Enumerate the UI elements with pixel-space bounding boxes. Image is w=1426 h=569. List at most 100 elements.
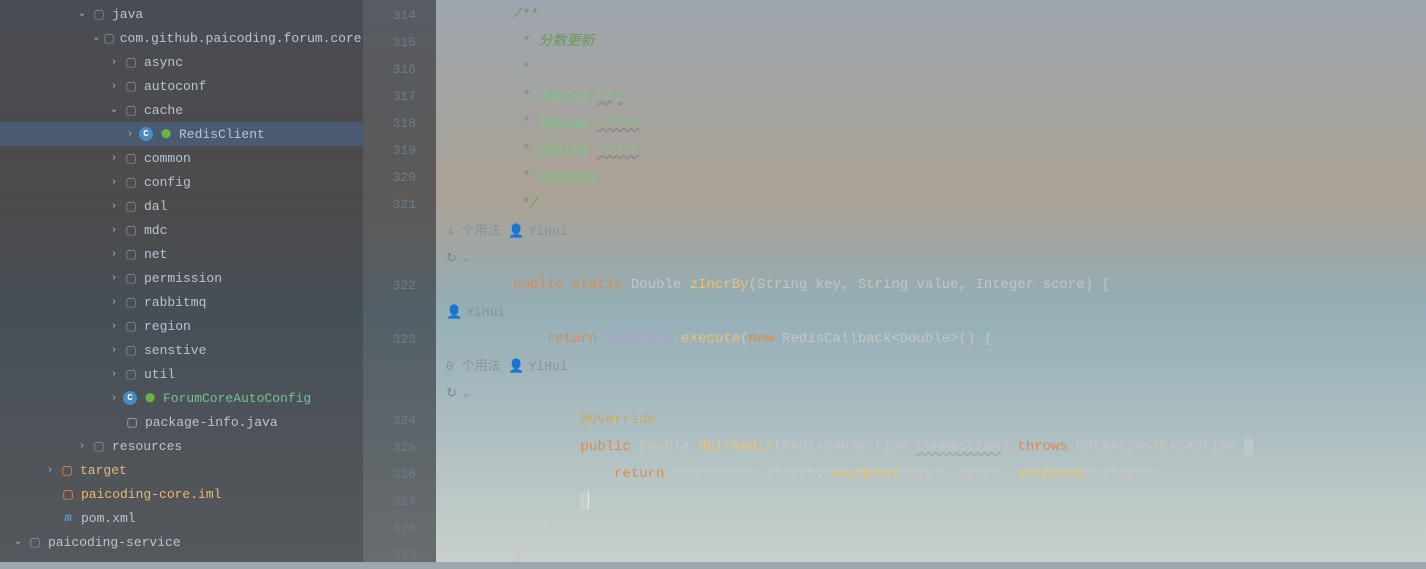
line-number[interactable]: 314 xyxy=(363,2,436,29)
line-number[interactable]: 329 xyxy=(363,542,436,569)
line-number[interactable]: 319 xyxy=(363,137,436,164)
line-number[interactable]: 321 xyxy=(363,191,436,218)
maven-icon: m xyxy=(60,510,76,526)
tree-package[interactable]: ⌄ ▢ com.github.paicoding.forum.core xyxy=(0,26,363,50)
line-number[interactable]: 328 xyxy=(363,515,436,542)
line-number[interactable]: 327 xyxy=(363,488,436,515)
line-number[interactable]: 318 xyxy=(363,110,436,137)
line-number[interactable]: 326 xyxy=(363,461,436,488)
tree-file-forumcoreautoconfig[interactable]: › C ⬤ ForumCoreAutoConfig xyxy=(0,386,363,410)
tree-label: RedisClient xyxy=(179,127,265,142)
tree-module-service[interactable]: ⌄ ▢ paicoding-service xyxy=(0,530,363,554)
folder-icon: ▢ xyxy=(123,222,139,238)
line-number[interactable]: 324 xyxy=(363,407,436,434)
line-number[interactable]: 322 xyxy=(363,272,436,299)
folder-icon: ▢ xyxy=(123,150,139,166)
inlay-hint-usage[interactable]: 0 个用法 👤YiHui xyxy=(446,353,1426,380)
tree-folder-permission[interactable]: › ▢ permission xyxy=(0,266,363,290)
inlay-hint-usage[interactable]: 4 个用法 👤YiHui xyxy=(446,218,1426,245)
code-line-321[interactable]: */ xyxy=(446,191,1426,218)
tree-label: net xyxy=(144,247,167,262)
tree-folder-rabbitmq[interactable]: › ▢ rabbitmq xyxy=(0,290,363,314)
code-line-324[interactable]: @Override xyxy=(446,407,1426,434)
code-line-317[interactable]: * @param key xyxy=(446,83,1426,110)
line-number[interactable]: 317 xyxy=(363,83,436,110)
tree-label: resources xyxy=(112,439,182,454)
line-number[interactable]: 315 xyxy=(363,29,436,56)
tree-folder-mdc[interactable]: › ▢ mdc xyxy=(0,218,363,242)
code-line-314[interactable]: /** xyxy=(446,2,1426,29)
tree-folder-cache[interactable]: ⌄ ▢ cache xyxy=(0,98,363,122)
tree-folder-resources[interactable]: › ▢ resources xyxy=(0,434,363,458)
folder-icon: ▢ xyxy=(59,462,75,478)
code-line-318[interactable]: * @param value xyxy=(446,110,1426,137)
chevron-right-icon: › xyxy=(108,369,120,380)
line-number[interactable]: 316 xyxy=(363,56,436,83)
author-icon: 👤 xyxy=(446,299,462,326)
folder-icon: ▢ xyxy=(123,246,139,262)
tree-label: rabbitmq xyxy=(144,295,206,310)
chevron-down-icon: ⌄ xyxy=(76,8,88,20)
project-tree[interactable]: ⌄ ▢ java ⌄ ▢ com.github.paicoding.forum.… xyxy=(0,0,363,562)
chevron-right-icon: › xyxy=(108,345,120,356)
inlay-hint-author[interactable]: 👤YiHui xyxy=(446,299,1426,326)
code-editor[interactable]: /** * 分数更新 * * @param key * @param value… xyxy=(436,0,1426,562)
inlay-hint-override[interactable]: ↻⌄ xyxy=(446,380,1426,407)
chevron-right-icon: › xyxy=(108,201,120,212)
tree-label: pom.xml xyxy=(81,511,136,526)
tree-label: async xyxy=(144,55,183,70)
chevron-right-icon: › xyxy=(108,177,120,188)
code-line-327[interactable]: } xyxy=(446,488,1426,515)
tree-folder-async[interactable]: › ▢ async xyxy=(0,50,363,74)
tree-folder-autoconf[interactable]: › ▢ autoconf xyxy=(0,74,363,98)
code-line-316[interactable]: * xyxy=(446,56,1426,83)
chevron-right-icon: › xyxy=(76,441,88,452)
tree-file-redisclient[interactable]: › C ⬤ RedisClient xyxy=(0,122,363,146)
tree-folder-config[interactable]: › ▢ config xyxy=(0,170,363,194)
tree-folder-net[interactable]: › ▢ net xyxy=(0,242,363,266)
tree-file-packageinfo[interactable]: ▢ package-info.java xyxy=(0,410,363,434)
line-number[interactable]: 320 xyxy=(363,164,436,191)
chevron-right-icon: › xyxy=(108,225,120,236)
tree-folder-java[interactable]: ⌄ ▢ java xyxy=(0,2,363,26)
tree-folder-senstive[interactable]: › ▢ senstive xyxy=(0,338,363,362)
folder-icon: ▢ xyxy=(123,294,139,310)
chevron-right-icon: › xyxy=(108,153,120,164)
author-icon: 👤 xyxy=(508,218,524,245)
package-icon: ▢ xyxy=(103,30,114,46)
tree-label: config xyxy=(144,175,191,190)
code-line-315[interactable]: * 分数更新 xyxy=(446,29,1426,56)
line-number[interactable]: 323 xyxy=(363,326,436,353)
tree-label: com.github.paicoding.forum.core xyxy=(120,31,362,46)
tree-folder-dal[interactable]: › ▢ dal xyxy=(0,194,363,218)
line-number[interactable]: 325 xyxy=(363,434,436,461)
code-line-328[interactable]: }); xyxy=(446,515,1426,542)
code-line-319[interactable]: * @param score xyxy=(446,137,1426,164)
iml-file-icon: ▢ xyxy=(60,486,76,502)
code-line-326[interactable]: return connection.zIncrBy(keyBytes(key),… xyxy=(446,461,1426,488)
tree-folder-target[interactable]: › ▢ target xyxy=(0,458,363,482)
code-line-329[interactable]: } xyxy=(446,542,1426,569)
tree-folder-region[interactable]: › ▢ region xyxy=(0,314,363,338)
inlay-hint-override[interactable]: ↻⌄ xyxy=(446,245,1426,272)
folder-icon: ▢ xyxy=(123,174,139,190)
tree-label: util xyxy=(144,367,175,382)
chevron-right-icon: › xyxy=(108,393,120,404)
tree-folder-common[interactable]: › ▢ common xyxy=(0,146,363,170)
class-icon: C xyxy=(139,127,153,141)
code-line-323[interactable]: return template.execute(new RedisCallbac… xyxy=(446,326,1426,353)
gutter-spacer xyxy=(363,299,436,326)
tree-file-iml[interactable]: ▢ paicoding-core.iml xyxy=(0,482,363,506)
editor-gutter[interactable]: 314 315 316 317 318 319 320 321 322 323 … xyxy=(363,0,436,562)
code-line-322[interactable]: public static Double zIncrBy(String key,… xyxy=(446,272,1426,299)
folder-icon: ▢ xyxy=(123,318,139,334)
tree-label: mdc xyxy=(144,223,167,238)
tree-label: paicoding-service xyxy=(48,535,181,550)
tree-folder-util[interactable]: › ▢ util xyxy=(0,362,363,386)
tree-label: permission xyxy=(144,271,222,286)
code-line-320[interactable]: * @return xyxy=(446,164,1426,191)
folder-icon: ▢ xyxy=(123,342,139,358)
code-line-325[interactable]: public Double doInRedis(RedisConnection … xyxy=(446,434,1426,461)
tree-file-pom[interactable]: m pom.xml xyxy=(0,506,363,530)
chevron-right-icon: › xyxy=(108,297,120,308)
